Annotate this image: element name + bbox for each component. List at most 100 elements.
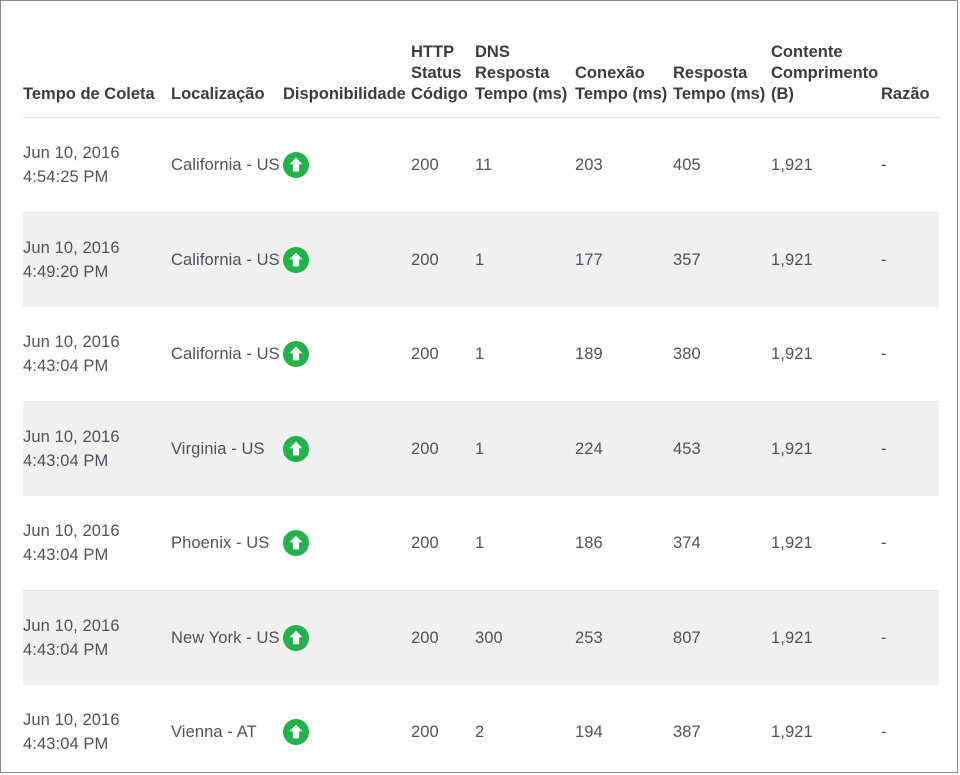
cell-availability (283, 685, 411, 772)
cell-content-length: 1,921 (771, 307, 881, 402)
column-header-availability[interactable]: Disponibilidade (283, 1, 411, 118)
table-row[interactable]: Jun 10, 2016 4:43:04 PM Vienna - AT 200 2 194… (23, 685, 939, 772)
cell-content-length: 1,921 (771, 590, 881, 685)
cell-location: California - US (171, 212, 283, 307)
table-row[interactable]: Jun 10, 2016 4:54:25 PM California - US 200… (23, 117, 939, 213)
cell-response-time: 374 (673, 496, 771, 591)
column-header-content-length-label: Contente Comprimento (B) (771, 43, 879, 103)
collect-date: Jun 10, 2016 (23, 144, 120, 162)
cell-ratio: - (881, 685, 939, 772)
collect-time: 4:43:04 PM (23, 735, 109, 753)
column-header-ratio[interactable]: Razão (881, 1, 939, 118)
cell-availability (283, 307, 411, 402)
availability-up-arrow-icon (283, 530, 309, 556)
column-header-availability-label: Disponibilidade (283, 85, 406, 103)
table-row[interactable]: Jun 10, 2016 4:43:04 PM Phoenix - US 200 1 18… (23, 496, 939, 591)
column-header-response-time[interactable]: Resposta Tempo (ms) (673, 1, 771, 118)
collect-time: 4:43:04 PM (23, 452, 109, 470)
cell-ratio: - (881, 496, 939, 591)
cell-response-time: 380 (673, 307, 771, 402)
cell-ratio: - (881, 212, 939, 307)
table-header: Tempo de Coleta Localização Disponibilid… (23, 1, 939, 118)
cell-response-time: 807 (673, 590, 771, 685)
column-header-http-status-label: HTTP Status Código (411, 43, 468, 103)
cell-dns-time: 1 (475, 212, 575, 307)
cell-connection-time: 194 (575, 685, 673, 772)
cell-availability (283, 117, 411, 213)
cell-dns-time: 1 (475, 401, 575, 496)
cell-dns-time: 1 (475, 496, 575, 591)
cell-http-status: 200 (411, 496, 475, 591)
table-row[interactable]: Jun 10, 2016 4:43:04 PM Virginia - US 200 1 2… (23, 401, 939, 496)
cell-response-time: 387 (673, 685, 771, 772)
cell-http-status: 200 (411, 307, 475, 402)
collect-time: 4:49:20 PM (23, 263, 109, 281)
cell-content-length: 1,921 (771, 685, 881, 772)
collect-date: Jun 10, 2016 (23, 617, 120, 635)
collect-date: Jun 10, 2016 (23, 711, 120, 729)
cell-dns-time: 1 (475, 307, 575, 402)
cell-location: New York - US (171, 590, 283, 685)
cell-connection-time: 189 (575, 307, 673, 402)
cell-response-time: 357 (673, 212, 771, 307)
column-header-connection-time[interactable]: Conexão Tempo (ms) (575, 1, 673, 118)
column-header-location[interactable]: Localização (171, 1, 283, 118)
cell-http-status: 200 (411, 117, 475, 213)
cell-dns-time: 11 (475, 117, 575, 213)
collect-date: Jun 10, 2016 (23, 333, 120, 351)
availability-up-arrow-icon (283, 436, 309, 462)
table-row[interactable]: Jun 10, 2016 4:43:04 PM New York - US 200 30… (23, 590, 939, 685)
collect-date: Jun 10, 2016 (23, 428, 120, 446)
cell-availability (283, 401, 411, 496)
availability-up-arrow-icon (283, 341, 309, 367)
cell-collect-time: Jun 10, 2016 4:43:04 PM (23, 401, 171, 496)
cell-collect-time: Jun 10, 2016 4:49:20 PM (23, 212, 171, 307)
cell-http-status: 200 (411, 590, 475, 685)
cell-connection-time: 224 (575, 401, 673, 496)
cell-connection-time: 177 (575, 212, 673, 307)
collect-time: 4:43:04 PM (23, 641, 109, 659)
cell-location: Virginia - US (171, 401, 283, 496)
cell-location: Phoenix - US (171, 496, 283, 591)
cell-http-status: 200 (411, 685, 475, 772)
cell-availability (283, 496, 411, 591)
column-header-http-status[interactable]: HTTP Status Código (411, 1, 475, 118)
cell-ratio: - (881, 307, 939, 402)
column-header-dns-time[interactable]: DNS Resposta Tempo (ms) (475, 1, 575, 118)
cell-response-time: 453 (673, 401, 771, 496)
cell-ratio: - (881, 117, 939, 213)
availability-up-arrow-icon (283, 152, 309, 178)
cell-content-length: 1,921 (771, 212, 881, 307)
cell-collect-time: Jun 10, 2016 4:43:04 PM (23, 685, 171, 772)
cell-http-status: 200 (411, 401, 475, 496)
column-header-dns-time-label: DNS Resposta Tempo (ms) (475, 43, 568, 103)
cell-connection-time: 253 (575, 590, 673, 685)
cell-ratio: - (881, 590, 939, 685)
cell-content-length: 1,921 (771, 117, 881, 213)
cell-dns-time: 300 (475, 590, 575, 685)
cell-http-status: 200 (411, 212, 475, 307)
cell-location: Vienna - AT (171, 685, 283, 772)
cell-location: California - US (171, 117, 283, 213)
collect-time: 4:54:25 PM (23, 168, 109, 186)
cell-content-length: 1,921 (771, 401, 881, 496)
cell-dns-time: 2 (475, 685, 575, 772)
availability-up-arrow-icon (283, 719, 309, 745)
column-header-collect-time-label: Tempo de Coleta (23, 85, 155, 103)
column-header-location-label: Localização (171, 85, 265, 103)
availability-up-arrow-icon (283, 625, 309, 651)
cell-availability (283, 212, 411, 307)
table-row[interactable]: Jun 10, 2016 4:43:04 PM California - US 200… (23, 307, 939, 402)
column-header-collect-time[interactable]: Tempo de Coleta (23, 1, 171, 118)
results-table-container: Tempo de Coleta Localização Disponibilid… (23, 1, 939, 772)
collect-time: 4:43:04 PM (23, 357, 109, 375)
cell-availability (283, 590, 411, 685)
cell-location: California - US (171, 307, 283, 402)
availability-up-arrow-icon (283, 247, 309, 273)
table-row[interactable]: Jun 10, 2016 4:49:20 PM California - US 200… (23, 212, 939, 307)
cell-response-time: 405 (673, 117, 771, 213)
column-header-response-time-label: Resposta Tempo (ms) (673, 64, 766, 103)
column-header-content-length[interactable]: Contente Comprimento (B) (771, 1, 881, 118)
cell-collect-time: Jun 10, 2016 4:43:04 PM (23, 496, 171, 591)
cell-collect-time: Jun 10, 2016 4:43:04 PM (23, 307, 171, 402)
